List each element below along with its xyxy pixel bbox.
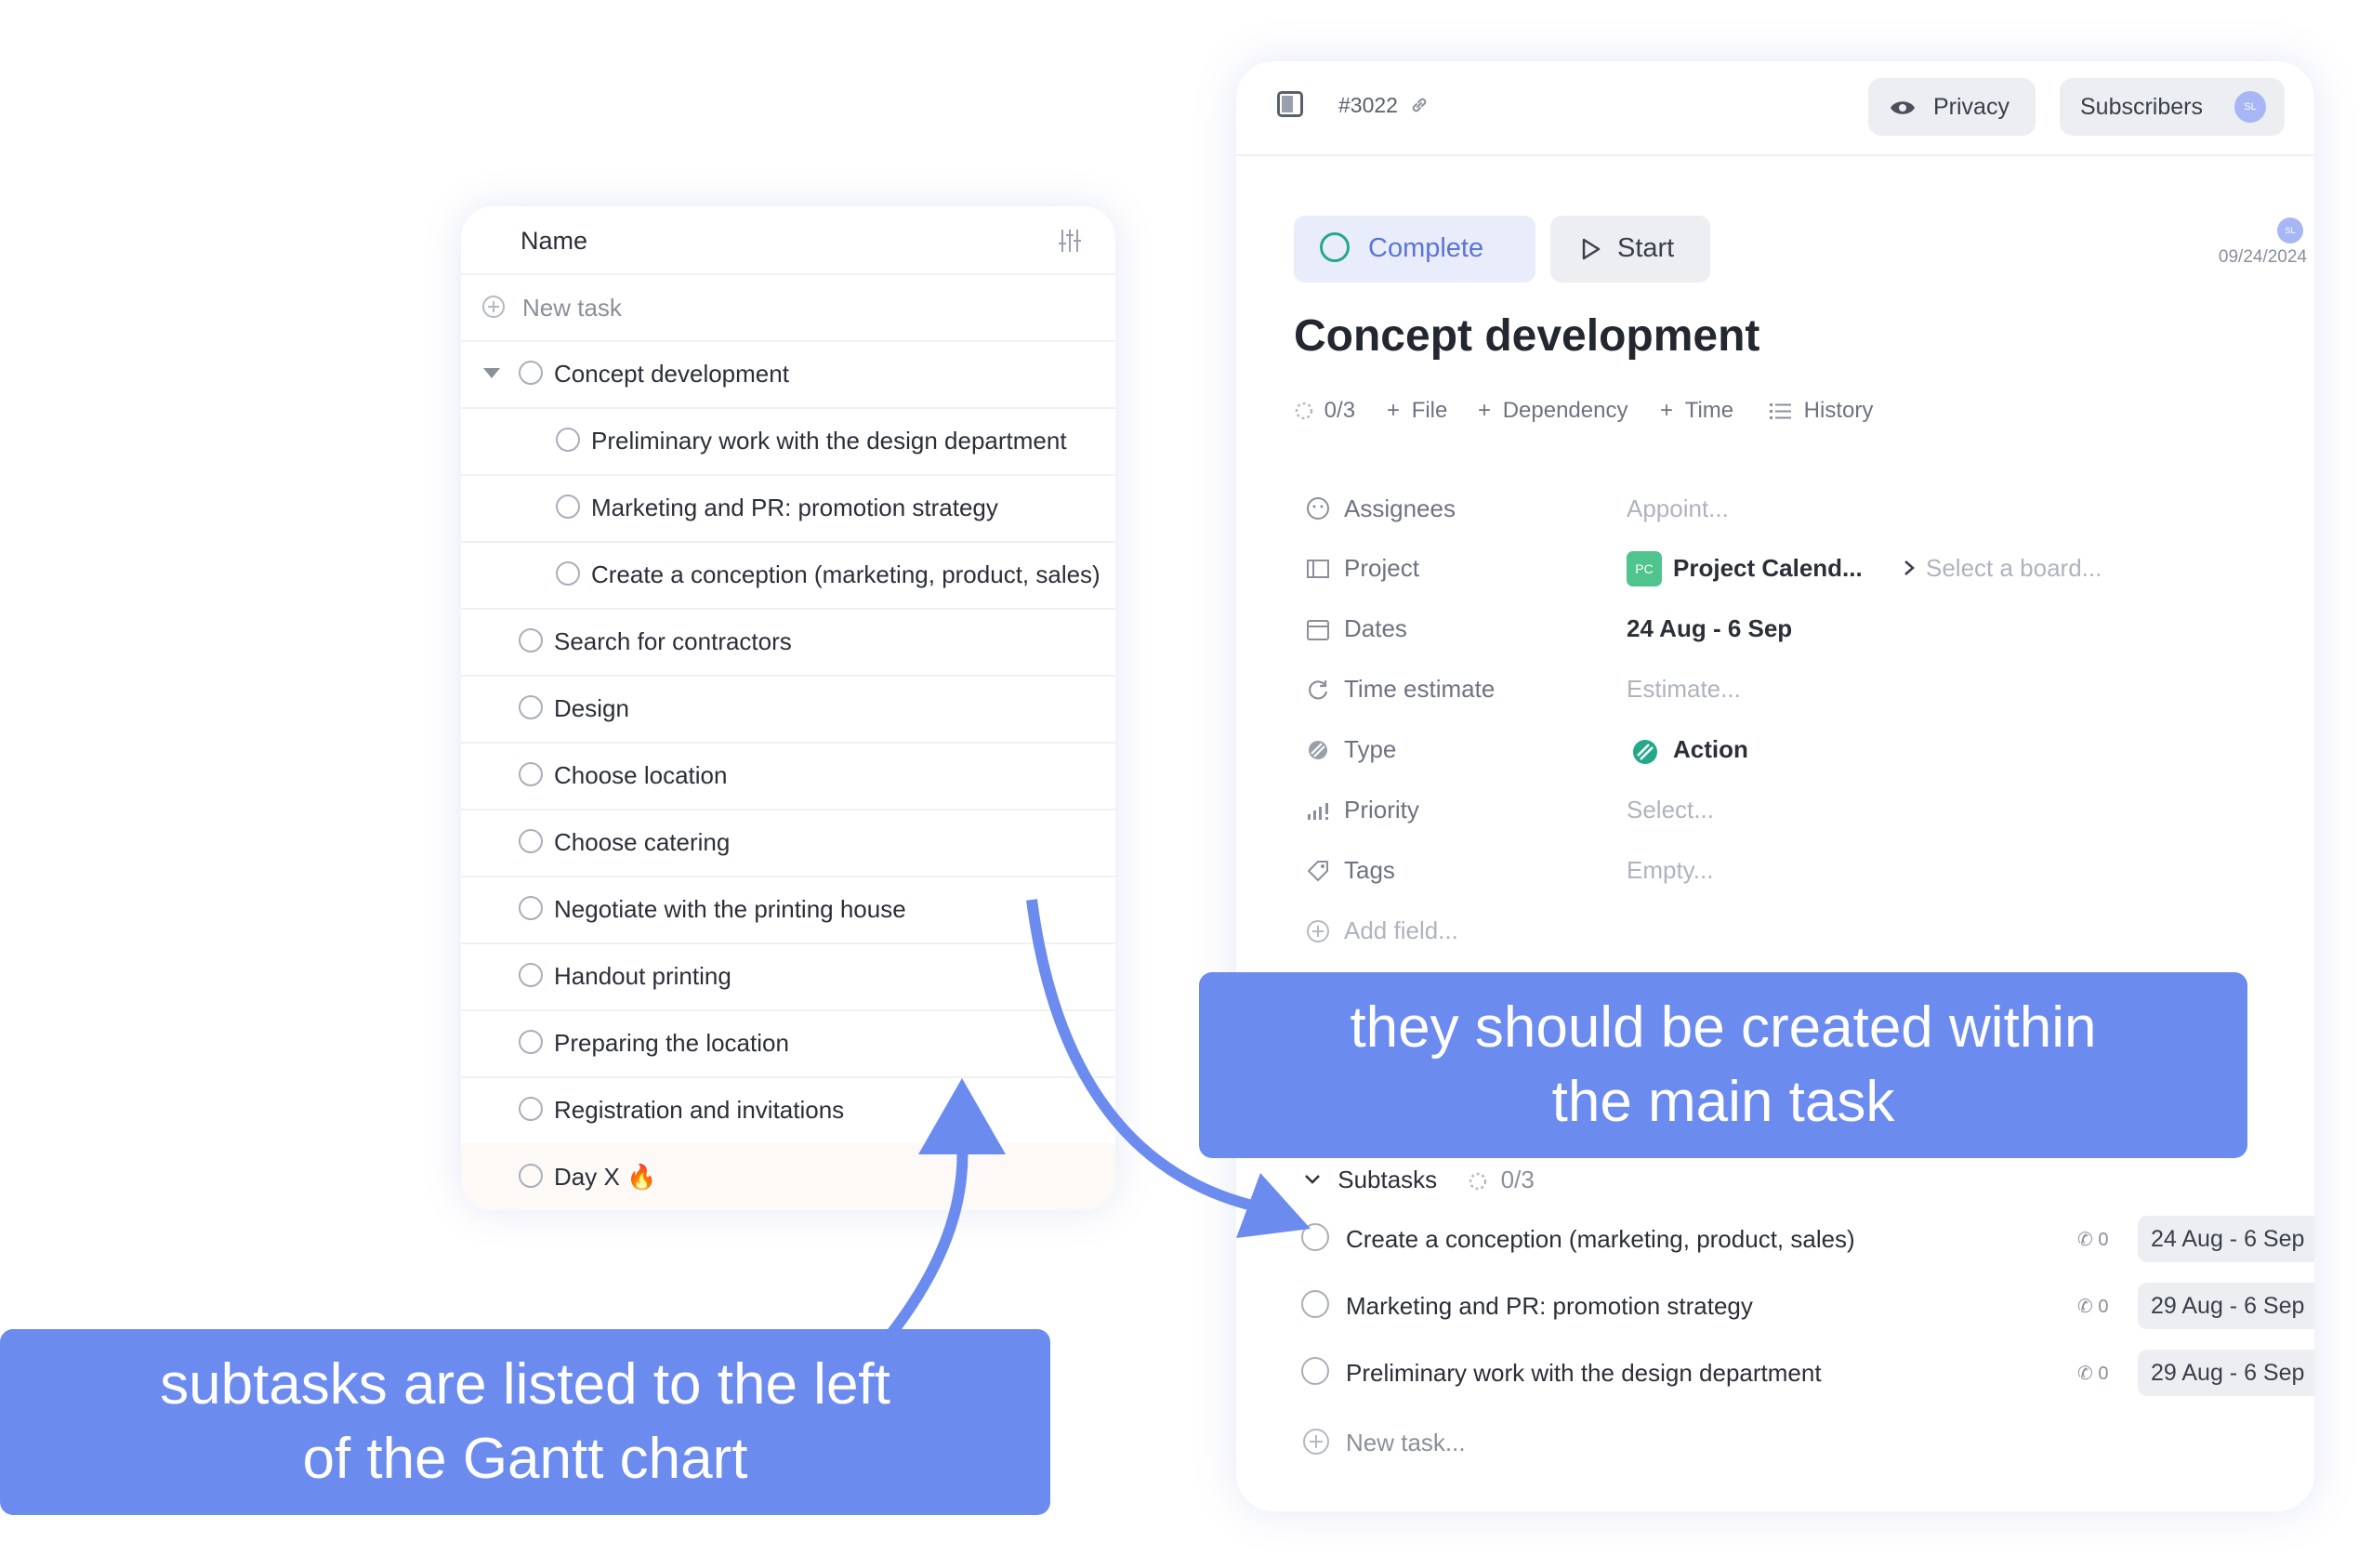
arrowhead-up: [918, 1078, 1006, 1154]
callout-right-line-2: the main task: [1551, 1070, 1895, 1134]
callout-right-line-1: they should be created within: [1350, 995, 2097, 1060]
arrow-up-curve: [883, 1138, 969, 1342]
callout-left-line-2: of the Gantt chart: [302, 1427, 748, 1491]
callout-left: subtasks are listed to the left of the G…: [0, 1329, 1050, 1515]
callout-left-line-1: subtasks are listed to the left: [160, 1352, 890, 1416]
callout-right: they should be created within the main t…: [1199, 972, 2247, 1158]
